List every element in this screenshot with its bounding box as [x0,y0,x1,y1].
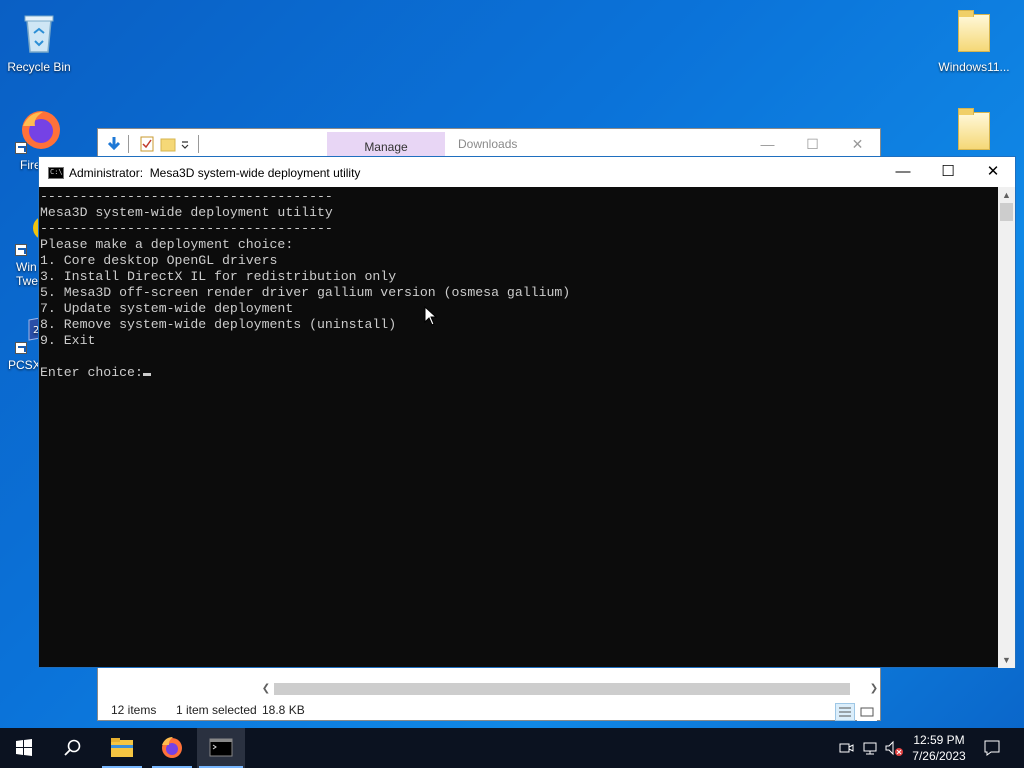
window-title: Downloads [458,137,518,151]
folder-icon [950,106,998,154]
console-titlebar[interactable]: Administrator: Mesa3D system-wide deploy… [39,157,1015,187]
desktop-icon-folder[interactable] [937,106,1011,158]
console-line: 7. Update system-wide deployment [40,301,294,316]
start-icon [16,739,32,756]
separator [198,135,199,153]
command-prompt-icon [48,167,64,179]
scroll-down-arrow-icon[interactable]: ▼ [998,652,1015,668]
search-button[interactable] [48,728,96,768]
console-prompt: Enter choice: [40,365,143,380]
console-line: Please make a deployment choice: [40,237,294,252]
desktop-icon-label: Win Twe [16,260,39,288]
chevron-down-icon[interactable] [180,135,190,153]
tab-manage[interactable]: Manage [327,132,445,159]
search-icon [64,739,81,756]
network-icon[interactable] [862,738,880,758]
close-button[interactable]: ✕ [835,133,880,155]
console-line: 1. Core desktop OpenGL drivers [40,253,278,268]
desktop-icon-recycle-bin[interactable]: Recycle Bin [2,8,76,74]
details-view-icon[interactable] [835,703,855,721]
firefox-icon [15,106,63,154]
minimize-button[interactable]: — [880,157,926,187]
minimize-button[interactable]: — [745,133,790,155]
console-line: 3. Install DirectX IL for redistribution… [40,269,397,284]
file-explorer-icon [111,738,133,757]
mouse-pointer-icon [424,306,438,326]
close-button[interactable]: ✕ [970,157,1016,187]
scroll-right-arrow-icon[interactable]: ❯ [866,680,882,697]
maximize-button[interactable]: ☐ [925,157,971,187]
console-line: 5. Mesa3D off-screen render driver galli… [40,285,571,300]
desktop-icon-label: Windows11... [938,60,1010,74]
system-clock[interactable]: 12:59 PM 7/26/2023 [905,732,973,764]
properties-icon[interactable] [139,135,155,153]
explorer-titlebar[interactable]: Manage Downloads — ☐ ✕ [98,129,880,159]
shortcut-arrow-icon [15,342,27,354]
selection-count: 1 item selected [176,703,257,717]
notifications-icon[interactable] [983,738,1001,758]
shortcut-arrow-icon [15,142,27,154]
console-output[interactable]: ------------------------------------- Me… [39,187,1000,668]
shortcut-arrow-icon [15,244,27,256]
recycle-bin-icon [15,8,63,56]
console-prompt-line[interactable]: Enter choice: [40,365,1000,381]
console-line: Mesa3D system-wide deployment utility [40,205,333,220]
console-line: ------------------------------------- [40,189,333,204]
taskbar-command-prompt[interactable] [197,728,245,768]
clock-date: 7/26/2023 [912,749,966,763]
scroll-up-arrow-icon[interactable]: ▲ [998,187,1015,203]
desktop-icon-windows11-folder[interactable]: Windows11... [937,8,1011,74]
selection-size: 18.8 KB [262,703,305,717]
console-line: 9. Exit [40,333,96,348]
large-icons-view-icon[interactable] [857,703,877,721]
command-prompt-window[interactable]: Administrator: Mesa3D system-wide deploy… [38,156,1016,668]
window-title: Administrator: Mesa3D system-wide deploy… [69,166,361,180]
volume-muted-icon[interactable] [884,738,904,758]
scroll-left-arrow-icon[interactable]: ❮ [258,680,274,697]
scrollbar-thumb[interactable] [274,683,850,695]
taskbar-file-explorer[interactable] [98,728,146,768]
clock-time: 12:59 PM [913,733,965,747]
command-prompt-icon [209,738,233,757]
desktop-icon-label: Recycle Bin [7,60,71,74]
meet-now-icon[interactable] [838,738,854,758]
download-arrow-icon[interactable] [105,135,123,153]
status-bar: 12 items 1 item selected 18.8 KB [98,699,880,721]
taskbar-firefox[interactable] [148,728,196,768]
scrollbar-thumb[interactable] [1000,203,1013,221]
firefox-icon [162,737,182,758]
maximize-button[interactable]: ☐ [790,133,835,155]
item-count: 12 items [111,703,157,717]
console-line: 8. Remove system-wide deployments (unins… [40,317,397,332]
new-folder-icon[interactable] [160,135,176,153]
folder-icon [950,8,998,56]
text-cursor [142,373,151,376]
console-line: ------------------------------------- [40,221,333,236]
taskbar: 12:59 PM 7/26/2023 [0,728,1024,768]
separator [128,135,129,153]
vertical-scrollbar[interactable]: ▲ ▼ [998,187,1015,668]
start-button[interactable] [0,728,48,768]
horizontal-scrollbar[interactable]: ❮ ❯ [258,680,882,697]
